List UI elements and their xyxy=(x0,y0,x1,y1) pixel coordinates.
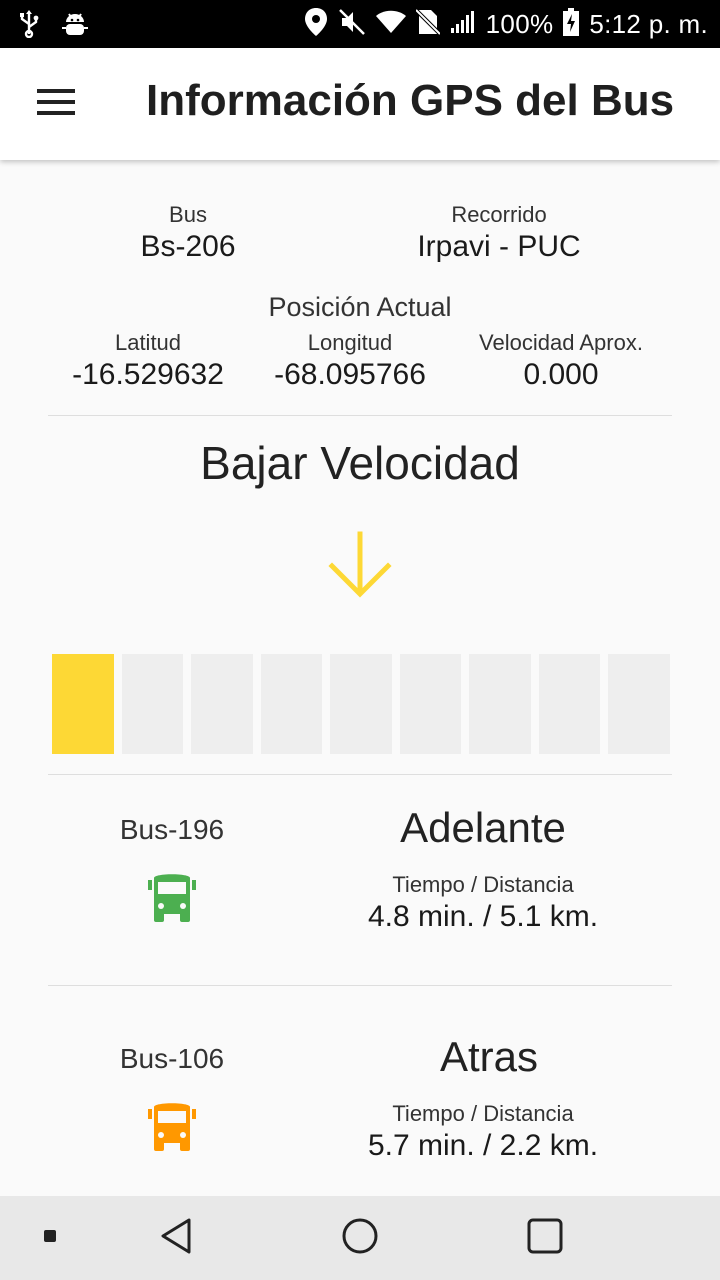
ahead-time-distance-label: Tiempo / Distancia xyxy=(392,872,574,897)
speed-level-segment xyxy=(608,654,670,754)
speed-label: Velocidad Aprox. xyxy=(479,330,643,355)
ahead-direction: Adelante xyxy=(400,804,566,851)
bus-icon xyxy=(148,1099,196,1155)
position-title: Posición Actual xyxy=(268,292,452,322)
longitude-value: -68.095766 xyxy=(274,358,426,391)
ahead-bus-name: Bus-196 xyxy=(119,814,225,845)
page-title: Información GPS del Bus xyxy=(146,76,675,125)
route-value: Irpavi - PUC xyxy=(417,230,581,263)
battery-charging-icon xyxy=(563,7,580,41)
behind-time-distance-label: Tiempo / Distancia xyxy=(392,1101,574,1126)
no-sim-icon xyxy=(414,8,442,41)
latitude-label: Latitud xyxy=(114,330,182,355)
mute-icon xyxy=(338,8,366,41)
speed-level-meter xyxy=(52,654,670,754)
speed-value: 0.000 xyxy=(523,358,599,391)
menu-icon xyxy=(37,88,75,120)
android-debug-icon xyxy=(62,10,88,43)
home-icon xyxy=(341,1217,379,1260)
speed-level-segment xyxy=(330,654,392,754)
navigation-bar xyxy=(0,1196,720,1280)
battery-percent: 100% xyxy=(485,8,554,39)
behind-time-distance-value: 5.7 min. / 2.2 km. xyxy=(367,1129,599,1162)
overview-button[interactable] xyxy=(521,1216,569,1260)
speed-advice-title: Bajar Velocidad xyxy=(200,437,520,489)
divider xyxy=(48,415,672,416)
behind-bus-name: Bus-106 xyxy=(119,1043,225,1074)
bus-icon xyxy=(148,870,196,926)
speed-level-segment xyxy=(538,654,600,754)
bus-value: Bs-206 xyxy=(140,230,236,263)
speed-level-segment xyxy=(469,654,531,754)
ahead-time-distance-value: 4.8 min. / 5.1 km. xyxy=(367,900,599,933)
menu-button[interactable] xyxy=(20,80,92,128)
speed-level-segment xyxy=(121,654,183,754)
longitude-label: Longitud xyxy=(307,330,393,355)
status-bar: 100% 5:12 p. m. xyxy=(0,0,720,48)
route-label: Recorrido xyxy=(451,202,547,227)
home-button[interactable] xyxy=(336,1216,384,1260)
recents-dot-button[interactable] xyxy=(26,1216,74,1260)
speed-level-segment xyxy=(399,654,461,754)
location-icon xyxy=(304,7,328,42)
recents-dot-icon xyxy=(44,1229,56,1247)
signal-icon xyxy=(450,10,476,39)
speed-level-segment xyxy=(52,654,114,754)
speed-level-segment xyxy=(260,654,322,754)
wifi-icon xyxy=(375,10,406,39)
back-icon xyxy=(159,1217,193,1260)
clock: 5:12 p. m. xyxy=(589,8,708,39)
arrow-down-icon xyxy=(324,528,396,600)
bus-label: Bus xyxy=(169,202,207,227)
speed-level-segment xyxy=(191,654,253,754)
behind-direction: Atras xyxy=(439,1033,539,1080)
back-button[interactable] xyxy=(152,1216,200,1260)
divider xyxy=(48,985,672,986)
app-bar: Información GPS del Bus xyxy=(0,48,720,160)
latitude-value: -16.529632 xyxy=(72,358,224,391)
usb-icon xyxy=(18,10,40,43)
divider xyxy=(48,774,672,775)
overview-icon xyxy=(527,1218,563,1259)
